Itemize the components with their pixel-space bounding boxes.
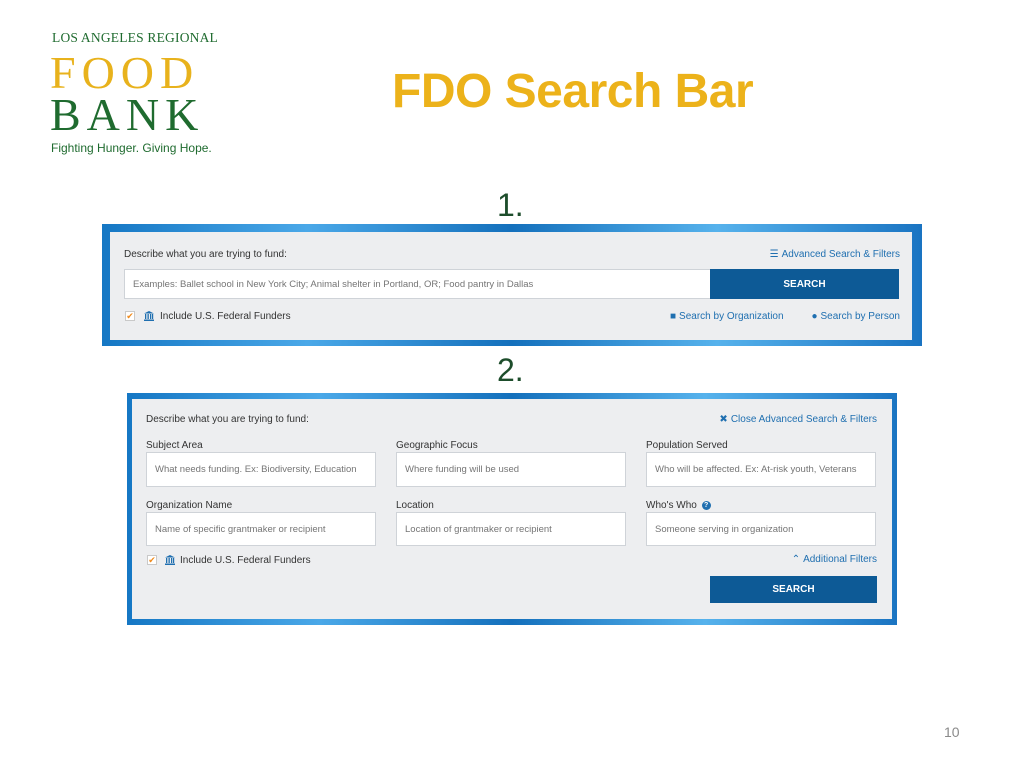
location-label: Location	[396, 500, 434, 511]
additional-filters-link[interactable]: ⌃ Additional Filters	[792, 554, 877, 565]
geographic-focus-label: Geographic Focus	[396, 440, 478, 451]
additional-filters-label: Additional Filters	[803, 554, 877, 565]
checkmark-icon: ✔	[126, 311, 134, 321]
search-button[interactable]: SEARCH	[710, 576, 877, 603]
checkmark-icon: ✔	[148, 555, 156, 565]
briefcase-icon: ■	[670, 311, 677, 322]
close-icon: ✖	[719, 414, 728, 425]
advanced-search-label: Advanced Search & Filters	[781, 249, 900, 260]
whos-who-input[interactable]	[646, 512, 876, 546]
search-button[interactable]: SEARCH	[710, 269, 899, 299]
federal-funders-label: Include U.S. Federal Funders	[180, 555, 311, 566]
close-advanced-search-link[interactable]: ✖ Close Advanced Search & Filters	[719, 414, 877, 425]
federal-funders-checkbox[interactable]: ✔	[125, 311, 135, 321]
organization-name-label: Organization Name	[146, 500, 233, 511]
sliders-icon: ☰	[769, 249, 779, 260]
slide-title: FDO Search Bar	[392, 65, 754, 118]
population-served-label: Population Served	[646, 440, 728, 451]
subject-area-input[interactable]	[146, 452, 376, 487]
chevron-up-icon: ⌃	[791, 554, 801, 565]
food-bank-logo: LOS ANGELES REGIONAL FOOD BANK Fighting …	[46, 28, 218, 160]
page-number: 10	[944, 724, 960, 740]
close-advanced-search-label: Close Advanced Search & Filters	[730, 414, 877, 425]
logo-top-line: LOS ANGELES REGIONAL	[52, 30, 218, 45]
search-by-organization-link[interactable]: ■ Search by Organization	[670, 311, 784, 322]
describe-label: Describe what you are trying to fund:	[146, 414, 309, 425]
advanced-search-link[interactable]: ☰ Advanced Search & Filters	[770, 249, 900, 260]
search-by-organization-label: Search by Organization	[679, 311, 784, 322]
federal-funders-label: Include U.S. Federal Funders	[160, 311, 291, 322]
subject-area-label: Subject Area	[146, 440, 203, 451]
user-icon: ●	[811, 311, 818, 322]
logo-word-bank: BANK	[50, 89, 205, 140]
search-input[interactable]	[124, 269, 712, 299]
search-panel-advanced: Describe what you are trying to fund: ✖ C…	[127, 393, 897, 625]
whos-who-label: Who's Who ?	[646, 500, 711, 511]
geographic-focus-input[interactable]	[396, 452, 626, 487]
organization-name-input[interactable]	[146, 512, 376, 546]
step-1-label: 1.	[497, 187, 524, 223]
population-served-input[interactable]	[646, 452, 876, 487]
search-by-person-link[interactable]: ● Search by Person	[811, 311, 900, 322]
bank-icon	[165, 555, 175, 565]
search-by-person-label: Search by Person	[820, 311, 901, 322]
whos-who-text: Who's Who	[646, 500, 697, 511]
question-circle-icon[interactable]: ?	[701, 500, 711, 510]
federal-funders-checkbox[interactable]: ✔	[147, 555, 157, 565]
search-panel-advanced-body: Describe what you are trying to fund: ✖ C…	[132, 399, 892, 619]
bank-icon	[144, 311, 154, 321]
step-2-label: 2.	[497, 352, 524, 388]
logo-tagline: Fighting Hunger. Giving Hope.	[51, 141, 212, 155]
search-panel-basic-body: Describe what you are trying to fund: ☰ A…	[110, 232, 912, 340]
describe-label: Describe what you are trying to fund:	[124, 249, 287, 260]
location-input[interactable]	[396, 512, 626, 546]
search-panel-basic: Describe what you are trying to fund: ☰ A…	[102, 224, 922, 346]
